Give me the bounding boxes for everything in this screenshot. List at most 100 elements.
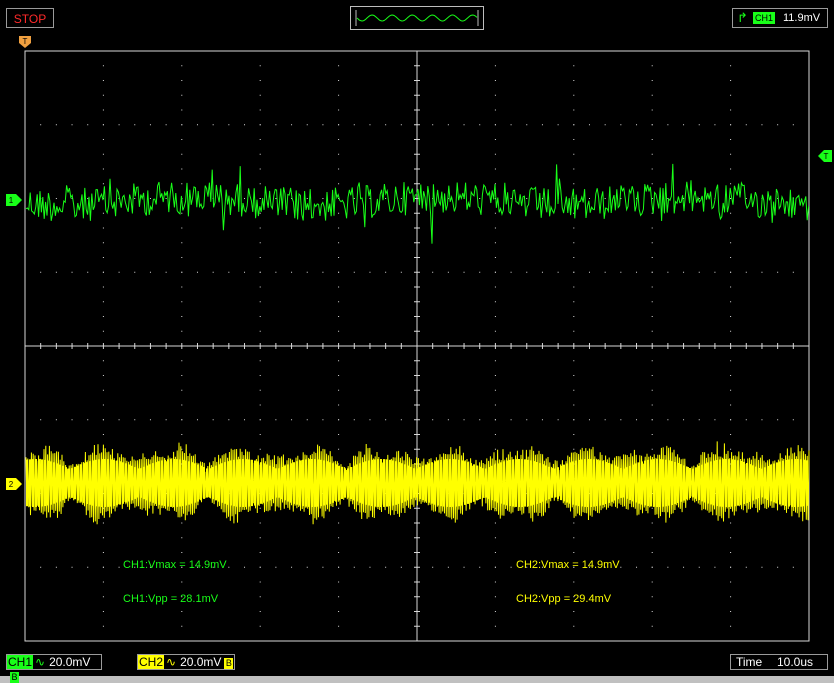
grid-dot bbox=[792, 124, 794, 126]
ch2-envelope-segment bbox=[674, 462, 676, 505]
grid-dot bbox=[604, 271, 606, 273]
grid-dot bbox=[322, 271, 324, 273]
grid-dot bbox=[259, 198, 261, 199]
trigger-level-marker[interactable]: T bbox=[818, 150, 832, 162]
grid-dot bbox=[730, 168, 732, 170]
ch2-scale-box[interactable]: CH2 ∿ 20.0mV B bbox=[137, 654, 235, 670]
ch2-envelope-segment bbox=[722, 459, 724, 507]
ch1-vpp-measurement: CH1:Vpp = 28.1mV bbox=[123, 593, 219, 605]
grid-dot bbox=[353, 419, 355, 421]
grid-dot bbox=[102, 153, 104, 155]
grid-dot bbox=[181, 242, 183, 244]
ch2-envelope-segment bbox=[56, 463, 58, 503]
grid-dot bbox=[494, 316, 496, 317]
ch2-envelope-segment bbox=[611, 464, 613, 502]
grid-dot bbox=[149, 419, 151, 421]
ch2-envelope-segment bbox=[233, 459, 235, 507]
grid-dot bbox=[338, 375, 340, 376]
run-stop-status[interactable]: STOP bbox=[6, 8, 54, 28]
ch2-envelope-segment bbox=[635, 463, 637, 503]
grid-dot bbox=[714, 271, 716, 273]
grid-dot bbox=[228, 566, 230, 568]
grid-dot bbox=[730, 286, 732, 288]
grid-dot bbox=[651, 257, 653, 258]
grid-dot bbox=[573, 404, 575, 406]
ac-coupling-icon: ∿ bbox=[166, 655, 177, 669]
grid-dot bbox=[636, 566, 638, 568]
ch2-envelope-segment bbox=[452, 459, 454, 507]
trigger-source: CH1 bbox=[753, 12, 776, 24]
ch2-envelope-segment bbox=[701, 464, 703, 502]
grid-dot bbox=[259, 271, 261, 273]
grid-dot bbox=[777, 566, 779, 568]
waveform-preview[interactable] bbox=[350, 6, 484, 30]
ch2-envelope-segment bbox=[188, 461, 190, 505]
grid-dot bbox=[102, 552, 104, 553]
grid-dot bbox=[494, 625, 496, 627]
grid-dot bbox=[55, 271, 57, 273]
trigger-info[interactable]: ↱ CH1 11.9mV bbox=[732, 8, 828, 28]
grid-dot bbox=[510, 419, 512, 421]
ch1-offset-marker[interactable]: 1 bbox=[6, 194, 22, 206]
ch2-envelope-segment bbox=[458, 459, 460, 507]
grid-dot bbox=[651, 316, 653, 317]
grid-dot bbox=[369, 566, 371, 568]
ch2-envelope-segment bbox=[302, 459, 304, 507]
grid-dot bbox=[730, 80, 732, 81]
grid-dot bbox=[87, 271, 89, 273]
grid-dot bbox=[730, 330, 732, 332]
grid-dot bbox=[651, 286, 653, 288]
grid-dot bbox=[306, 124, 308, 126]
grid-dot bbox=[494, 330, 496, 332]
grid-dot bbox=[102, 227, 104, 229]
grid-dot bbox=[259, 94, 261, 96]
trigger-position-marker[interactable]: T bbox=[19, 36, 31, 48]
grid-dot bbox=[338, 537, 340, 539]
grid-dot bbox=[573, 153, 575, 155]
grid-dot bbox=[573, 257, 575, 258]
grid-dot bbox=[651, 552, 653, 553]
ch2-envelope-segment bbox=[68, 468, 70, 498]
grid-dot bbox=[667, 419, 669, 421]
grid-dot bbox=[291, 566, 293, 568]
ch2-envelope-segment bbox=[410, 466, 412, 500]
ch2-envelope-segment bbox=[797, 459, 799, 507]
grid-dot bbox=[181, 448, 183, 450]
ch2-envelope-segment bbox=[542, 464, 544, 502]
grid-dot bbox=[353, 198, 355, 199]
ch2-envelope-segment bbox=[242, 459, 244, 507]
grid-dot bbox=[463, 419, 465, 421]
grid-dot bbox=[338, 434, 340, 435]
ch2-envelope-segment bbox=[413, 468, 415, 498]
grid-dot bbox=[102, 566, 104, 568]
grid-dot bbox=[651, 360, 653, 362]
ch2-envelope-segment bbox=[620, 468, 622, 498]
grid-dot bbox=[698, 124, 700, 126]
grid-dot bbox=[494, 212, 496, 214]
ch2-offset-marker[interactable]: 2 bbox=[6, 478, 22, 490]
grid-dot bbox=[259, 65, 261, 67]
grid-dot bbox=[714, 566, 716, 568]
grid-dot bbox=[102, 596, 104, 598]
trigger-level: 11.9mV bbox=[783, 12, 821, 24]
grid-dot bbox=[494, 537, 496, 539]
ch2-envelope-segment bbox=[74, 466, 76, 500]
ch2-envelope-segment bbox=[650, 459, 652, 507]
grid-dot bbox=[102, 404, 104, 406]
timebase-box[interactable]: Time 10.0us bbox=[730, 654, 828, 670]
grid-dot bbox=[385, 419, 387, 421]
ch2-envelope-segment bbox=[617, 466, 619, 500]
grid-dot bbox=[573, 611, 575, 612]
ch2-envelope-segment bbox=[425, 464, 427, 502]
grid-dot bbox=[338, 153, 340, 155]
grid-dot bbox=[730, 183, 732, 185]
ch1-scale-box[interactable]: CH1 ∿ 20.0mV B bbox=[6, 654, 102, 683]
ch2-envelope-segment bbox=[713, 460, 715, 506]
ch2-envelope-segment bbox=[305, 459, 307, 507]
grid-dot bbox=[259, 168, 261, 170]
grid-dot bbox=[557, 271, 559, 273]
grid-dot bbox=[730, 227, 732, 229]
scope-display[interactable]: T 1 2 T CH1:Vmax = 14.9mV CH1:Vpp = 28.1… bbox=[0, 36, 834, 646]
grid-dot bbox=[102, 360, 104, 362]
ch2-envelope-segment bbox=[137, 468, 139, 498]
